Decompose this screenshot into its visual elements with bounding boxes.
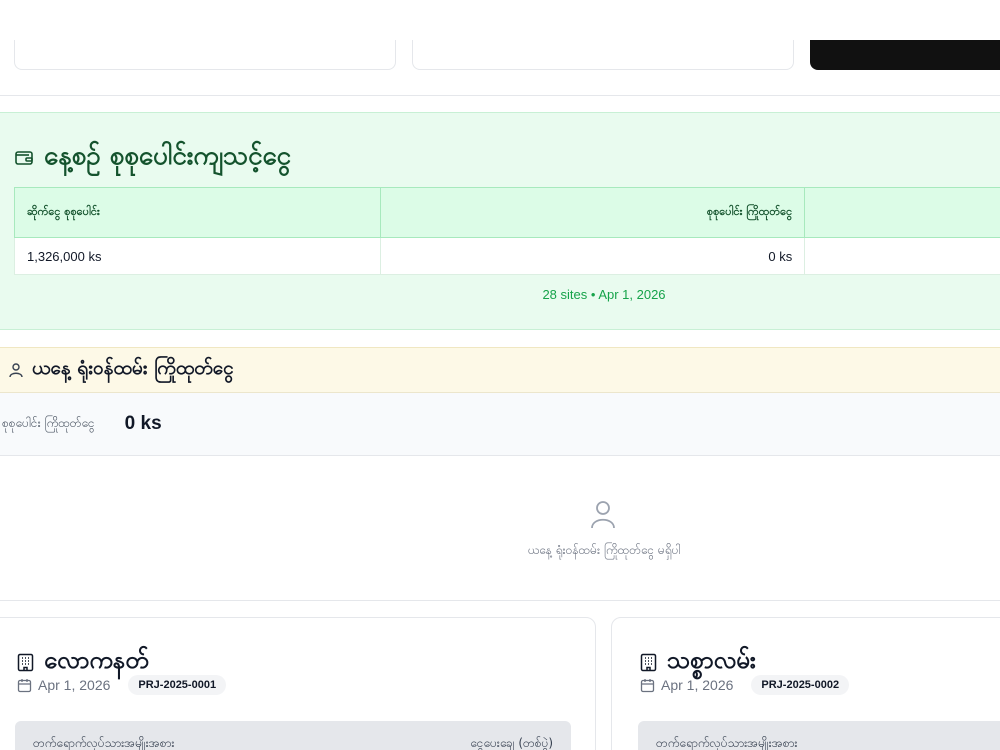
staff-advance-heading: ယနေ့ ရုံးဝန်ထမ်း ကြိုထုတ်ငွေ: [0, 347, 1000, 393]
staff-advance-summary-label: စုစုပေါင်း ကြိုထုတ်ငွေ: [2, 416, 95, 430]
advance-total-value: 0 ks: [379, 237, 806, 275]
filter-select-two[interactable]: [412, 40, 794, 70]
project-date: Apr 1, 2026: [38, 677, 111, 693]
detail-left-label: တက်ရောက်လုပ်သားအမျိုးအစား: [33, 736, 175, 750]
staff-advance-title: ယနေ့ ရုံးဝန်ထမ်း ကြိုထုတ်ငွေ: [32, 357, 234, 379]
site-total-value: 1,326,000 ks: [14, 237, 381, 275]
filter-bar: [0, 0, 1000, 96]
empty-state-message: ယနေ့ ရုံးဝန်ထမ်း ကြိုထုတ်ငွေ မရှိပါ: [527, 543, 681, 557]
detail-left-label: တက်ရောက်လုပ်သားအမျိုးအစား: [656, 736, 798, 750]
daily-summary-title: နေ့စဉ် စုစုပေါင်းကျသင့်ငွေ: [44, 141, 292, 171]
building-icon: [17, 653, 34, 671]
extra-value: [804, 237, 1000, 275]
calendar-icon: [640, 678, 655, 692]
wallet-icon: [15, 150, 33, 165]
daily-summary-heading: နေ့စဉ် စုစုပေါင်းကျသင့်ငွေ: [14, 138, 291, 177]
calendar-icon: [17, 678, 32, 692]
table-header-row: ဆိုက်ငွေ စုစုပေါင်း စုစုပေါင်း ကြိုထုတ်င…: [14, 187, 1000, 238]
daily-summary-table: ဆိုက်ငွေ စုစုပေါင်း စုစုပေါင်း ကြိုထုတ်င…: [14, 187, 1000, 275]
project-detail-header: တက်ရောက်လုပ်သားအမျိုးအစား ငွေပေးချေ (တစ်…: [15, 721, 571, 750]
daily-summary-footnote: 28 sites • Apr 1, 2026: [542, 287, 666, 302]
filter-select-one[interactable]: [14, 40, 396, 70]
project-detail-header: တက်ရောက်လုပ်သားအမျိုးအစား: [638, 721, 1000, 750]
staff-advance-empty-state: ယနေ့ ရုံးဝန်ထမ်း ကြိုထုတ်ငွေ မရှိပါ: [0, 456, 1000, 601]
user-icon: [9, 363, 23, 378]
project-date: Apr 1, 2026: [661, 677, 734, 693]
project-code-badge: PRJ-2025-0001: [128, 675, 227, 695]
dashboard-page: နေ့စဉ် စုစုပေါင်းကျသင့်ငွေ ဆိုက်ငွေ စုစု…: [0, 0, 1000, 750]
column-header-extra: [804, 187, 1000, 238]
table-row: 1,326,000 ks 0 ks: [14, 237, 1000, 275]
project-card[interactable]: သစ္စာလမ်း Apr 1, 2026 PRJ-2025-0002 တက်ရ…: [611, 617, 1000, 750]
user-empty-icon: [591, 501, 615, 529]
building-icon: [640, 653, 657, 671]
project-meta: Apr 1, 2026 PRJ-2025-0001: [17, 675, 227, 695]
project-code-badge: PRJ-2025-0002: [751, 675, 850, 695]
project-card[interactable]: လောကနတ် Apr 1, 2026 PRJ-2025-0001 တက်ရော…: [0, 617, 596, 750]
staff-advance-summary-value: 0 ks: [124, 413, 162, 434]
staff-advance-summary: စုစုပေါင်း ကြိုထုတ်ငွေ 0 ks: [0, 393, 1000, 456]
project-meta: Apr 1, 2026 PRJ-2025-0002: [640, 675, 850, 695]
action-button[interactable]: [810, 40, 1000, 70]
detail-right-label: ငွေပေးချေ (တစ်ပွဲ): [470, 736, 553, 750]
column-header-advance-total: စုစုပေါင်း ကြိုထုတ်ငွေ: [379, 187, 806, 238]
column-header-site-total: ဆိုက်ငွေ စုစုပေါင်း: [14, 187, 381, 238]
